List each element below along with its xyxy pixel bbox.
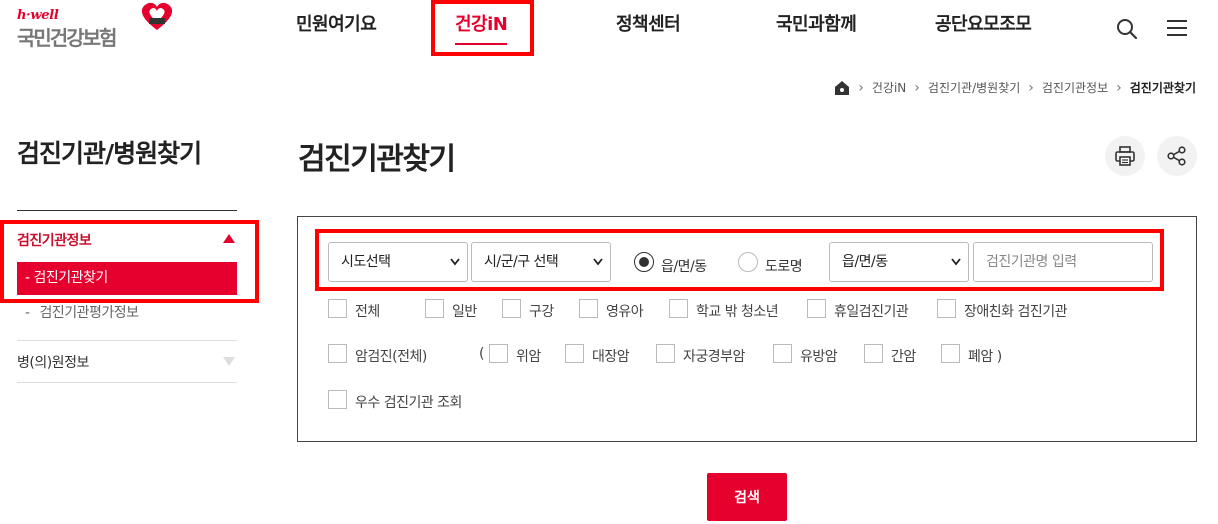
search-button[interactable]: 검색 <box>707 473 787 521</box>
gnb-item-about[interactable]: 공단요모조모 <box>935 10 1032 36</box>
breadcrumb-item[interactable]: 건강iN <box>872 79 906 96</box>
global-nav: 민원여기요 건강iN 정책센터 국민과함께 공단요모조모 <box>0 8 1218 48</box>
checkbox-cancer-all[interactable] <box>328 344 347 363</box>
highlight-box-gnb <box>431 0 534 56</box>
highlight-box-sidebar <box>0 220 259 303</box>
share-icon <box>1167 146 1186 166</box>
divider <box>17 382 237 383</box>
gnb-item-together[interactable]: 국민과함께 <box>776 10 857 36</box>
checkbox-oral[interactable] <box>502 299 521 318</box>
checkbox-stomach[interactable] <box>489 344 508 363</box>
home-icon[interactable] <box>834 80 850 96</box>
checkbox-label: 유방암 <box>800 349 838 365</box>
checkbox-label: 휴일검진기관 <box>834 304 909 320</box>
checkbox-disability-friendly[interactable] <box>937 299 956 318</box>
checkbox-label: 구강 <box>529 304 554 320</box>
sidebar-title: 검진기관/병원찾기 <box>17 139 202 168</box>
sidebar-section-label: 병(의)원정보 <box>17 355 89 371</box>
checkbox-label: 자궁경부암 <box>683 349 745 365</box>
checkbox-label: 암검진(전체) <box>355 349 427 365</box>
checkbox-all[interactable] <box>328 299 347 318</box>
checkbox-general[interactable] <box>425 299 444 318</box>
print-button[interactable] <box>1105 136 1145 176</box>
checkbox-breast[interactable] <box>773 344 792 363</box>
breadcrumb-current: 검진기관찾기 <box>1129 81 1196 95</box>
checkbox-label: 대장암 <box>592 349 630 365</box>
checkbox-cervical[interactable] <box>656 344 675 363</box>
gnb-item-civil[interactable]: 민원여기요 <box>296 10 377 36</box>
print-icon <box>1115 146 1135 166</box>
divider <box>17 210 237 211</box>
checkbox-label: 학교 밖 청소년 <box>696 304 779 320</box>
checkbox-label: 폐암 ) <box>968 349 1002 365</box>
search-icon[interactable] <box>1116 18 1138 40</box>
checkbox-label: 영유아 <box>606 304 644 320</box>
breadcrumb-item[interactable]: 검진기관정보 <box>1042 79 1108 96</box>
page-title: 검진기관찾기 <box>298 142 456 177</box>
share-button[interactable] <box>1157 136 1197 176</box>
hamburger-menu-icon[interactable] <box>1167 20 1187 36</box>
chevron-right-icon: › <box>858 79 864 96</box>
gnb-item-policy[interactable]: 정책센터 <box>616 10 681 36</box>
checkbox-label: 우수 검진기관 조회 <box>355 395 462 411</box>
highlight-box-search <box>315 229 1164 291</box>
sidebar-item-checkup-eval[interactable]: - 검진기관평가정보 <box>25 302 139 322</box>
chevron-right-icon: › <box>1028 79 1034 96</box>
checkbox-label: 일반 <box>452 304 477 320</box>
checkbox-label: 전체 <box>355 304 380 320</box>
dash: - <box>25 305 34 321</box>
checkbox-infant[interactable] <box>579 299 598 318</box>
chevron-right-icon: › <box>1116 79 1122 96</box>
divider <box>17 340 237 341</box>
checkbox-holiday[interactable] <box>807 299 826 318</box>
checkbox-label: 간암 <box>891 349 916 365</box>
checkbox-liver[interactable] <box>864 344 883 363</box>
checkbox-label: 위암 <box>516 349 541 365</box>
breadcrumb-item[interactable]: 검진기관/병원찾기 <box>928 79 1020 96</box>
sidebar-section-hospital-info[interactable]: 병(의)원정보 <box>17 352 237 376</box>
paren-open: ( <box>479 346 485 362</box>
sidebar-item-label: 검진기관평가정보 <box>39 305 140 321</box>
checkbox-out-of-school-youth[interactable] <box>669 299 688 318</box>
checkbox-colon[interactable] <box>565 344 584 363</box>
breadcrumb: › 건강iN › 검진기관/병원찾기 › 검진기관정보 › 검진기관찾기 <box>834 79 1196 96</box>
checkbox-excellent[interactable] <box>328 390 347 409</box>
chevron-right-icon: › <box>914 79 920 96</box>
checkbox-label: 장애친화 검진기관 <box>964 304 1068 320</box>
triangle-down-icon <box>223 357 235 366</box>
checkbox-lung[interactable] <box>941 344 960 363</box>
